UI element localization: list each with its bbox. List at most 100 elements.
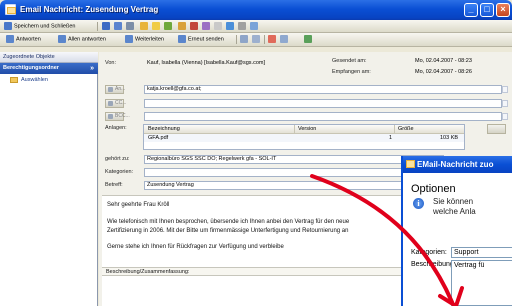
description-label: Beschreibung/Zusammenfassung: <box>106 269 190 275</box>
attachment-size: 103 KB <box>440 135 459 141</box>
body-line: Gerne stehe ich Ihnen für Rückfragen zur… <box>107 244 284 250</box>
email-icon <box>406 160 415 168</box>
subject-field[interactable]: Zusendung Vertrag <box>144 181 444 190</box>
info-line: welche Anla <box>433 207 476 216</box>
save-close-button[interactable]: Speichern und Schließen <box>4 22 75 31</box>
from-value: Kauf, Isabella (Vienna) [Isabella.Kauf@s… <box>147 60 265 66</box>
attachment-row[interactable]: GFA.pdf 1 103 KB <box>144 134 464 142</box>
options-icon[interactable] <box>202 22 210 30</box>
resend-icon <box>178 35 186 43</box>
nav-item-select[interactable]: Auswählen <box>10 76 48 85</box>
categories-label: Kategorien: <box>105 169 134 175</box>
navigation-pane: Zugeordnete Objekte Berechtigungsordner … <box>0 52 98 306</box>
forward-button[interactable]: Weiterleiten <box>125 35 164 44</box>
bcc-field[interactable] <box>144 112 502 121</box>
dialog-info-text: Sie können welche Anla <box>433 197 476 217</box>
subject-label: Betreff: <box>105 182 123 188</box>
col-version[interactable]: Version <box>298 126 316 132</box>
bcc-button[interactable]: BCC... <box>105 112 130 121</box>
message-body[interactable]: Sehr geehrte Frau Kröll Wie telefonisch … <box>102 195 402 306</box>
to-button[interactable]: An... <box>105 85 125 94</box>
properties-icon[interactable] <box>238 22 246 30</box>
flag-icon[interactable] <box>268 35 276 43</box>
category-icon[interactable] <box>164 22 172 30</box>
body-greeting: Sehr geehrte Frau Kröll <box>107 202 170 208</box>
dialog-heading: Optionen <box>411 183 456 195</box>
column-divider <box>394 125 395 134</box>
belongs-to-label: gehört zu: <box>105 156 130 162</box>
cc-button[interactable]: CC... <box>105 99 126 108</box>
attach-menu-button[interactable] <box>487 124 506 134</box>
toolbar-separator <box>236 35 237 44</box>
attachments-label: Anlagen: <box>105 125 127 131</box>
column-divider <box>294 125 295 134</box>
dialog-title: EMail-Nachricht zuo <box>417 160 494 169</box>
toolbar-separator <box>97 22 98 31</box>
categories-field[interactable] <box>144 168 444 177</box>
save-icon[interactable] <box>102 22 110 30</box>
info-line: Sie können <box>433 197 474 206</box>
info-icon: i <box>413 198 424 209</box>
navigate-icon[interactable] <box>304 35 312 43</box>
reply-all-icon <box>58 35 66 43</box>
table-icon[interactable] <box>280 35 288 43</box>
body-line: Wie telefonisch mit Ihnen besprochen, üb… <box>107 219 350 225</box>
save-icon <box>4 22 12 30</box>
flag-icon[interactable] <box>140 22 148 30</box>
folder-icon <box>10 76 18 83</box>
toolbar-respond: Antworten Allen antworten Weiterleiten E… <box>0 33 512 47</box>
maximize-button[interactable]: □ <box>480 3 494 17</box>
nav-group-permissions[interactable]: Berechtigungsordner » <box>0 63 98 74</box>
cc-field[interactable] <box>144 99 502 108</box>
reply-icon <box>6 35 14 43</box>
email-icon <box>5 4 16 15</box>
toolbar-separator <box>264 35 265 44</box>
attachments-header: Bezeichnung Version Größe <box>144 125 464 134</box>
received-label: Empfangen am: <box>332 69 371 75</box>
nav-group-label: Berechtigungsordner <box>3 65 59 71</box>
attachments-table: Bezeichnung Version Größe GFA.pdf 1 103 … <box>143 124 465 150</box>
sent-value: Mo, 02.04.2007 - 08:23 <box>415 58 472 64</box>
bcc-check-icon[interactable] <box>502 113 508 120</box>
print-icon[interactable] <box>126 22 134 30</box>
dialog-categories-label: Kategorien: <box>411 249 447 256</box>
minimize-button[interactable]: _ <box>464 3 478 17</box>
cc-check-icon[interactable] <box>502 100 508 107</box>
help-icon[interactable] <box>226 22 234 30</box>
reply-all-button[interactable]: Allen antworten <box>58 35 106 44</box>
attachment-name: GFA.pdf <box>148 135 169 141</box>
to-field[interactable]: katja.kroell@gfa.co.at; <box>144 85 502 94</box>
nav-header: Zugeordnete Objekte <box>0 52 98 63</box>
forward-icon <box>125 35 133 43</box>
from-label: Von: <box>105 60 117 66</box>
attach-icon[interactable] <box>214 22 222 30</box>
categories-select[interactable]: Support <box>451 247 512 258</box>
to-check-icon[interactable] <box>502 86 508 93</box>
attachment-version: 1 <box>389 135 393 141</box>
collapse-icon[interactable]: » <box>90 63 94 74</box>
body-line: Zertifizierung in 2006. Mit der Bitte um… <box>107 228 349 234</box>
resend-button[interactable]: Erneut senden <box>178 35 224 44</box>
toolbar-main: Speichern und Schließen <box>0 20 512 33</box>
col-size[interactable]: Größe <box>398 126 414 132</box>
belongs-to-field[interactable]: Regionalbüro SGS SSC DO; Regelwerk gfa -… <box>144 155 444 164</box>
sent-label: Gesendet am: <box>332 58 367 64</box>
received-value: Mo, 02.04.2007 - 08:26 <box>415 69 472 75</box>
save-copy-icon[interactable] <box>114 22 122 30</box>
star-icon[interactable] <box>152 22 160 30</box>
window-title: Email Nachricht: Zusendung Vertrag <box>20 5 159 14</box>
move-icon[interactable] <box>240 35 248 43</box>
title-bar: Email Nachricht: Zusendung Vertrag _ □ × <box>0 0 512 20</box>
reply-button[interactable]: Antworten <box>6 35 41 44</box>
description-bar: Beschreibung/Zusammenfassung: <box>102 267 402 276</box>
dialog-title-bar: EMail-Nachricht zuo <box>403 156 512 173</box>
dialog-description-label: Beschreibung: <box>411 261 456 268</box>
col-name[interactable]: Bezeichnung <box>148 126 180 132</box>
window-icon[interactable] <box>250 22 258 30</box>
options-dialog: EMail-Nachricht zuo Optionen i Sie könne… <box>401 156 512 306</box>
address-book-icon[interactable] <box>178 22 186 30</box>
delete-icon[interactable] <box>190 22 198 30</box>
description-textarea[interactable]: Vertrag fü <box>451 260 512 306</box>
mark-icon[interactable] <box>252 35 260 43</box>
close-button[interactable]: × <box>496 3 510 17</box>
